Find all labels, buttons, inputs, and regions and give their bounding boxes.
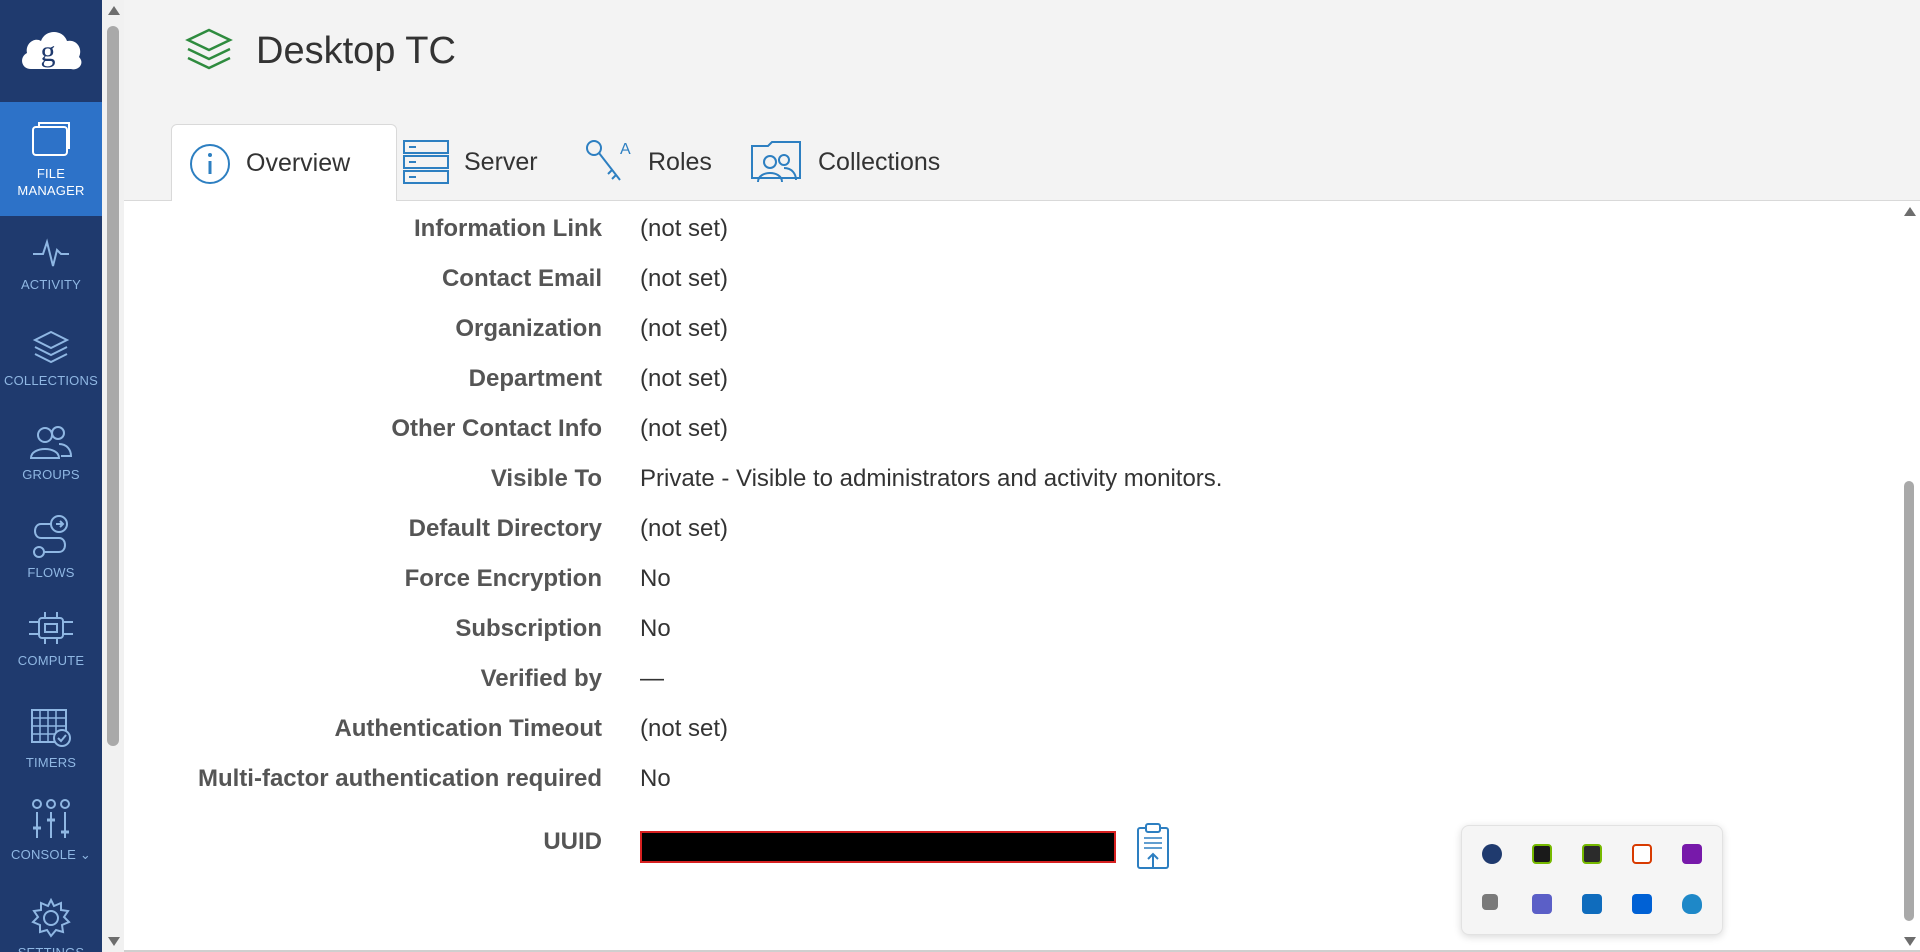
tab-collections[interactable]: Collections [750,124,940,200]
tab-label: Collections [818,147,941,176]
detail-value: No [640,765,671,792]
flows-icon [33,515,68,558]
scroll-up-arrow-icon[interactable] [1904,207,1916,216]
office-icon[interactable] [1632,844,1652,864]
info-icon [190,143,230,184]
outlook-icon[interactable] [1582,894,1602,914]
nvidia-icon[interactable] [1532,844,1552,864]
tab-server[interactable]: Server [402,124,538,200]
nvidia-broadcast-icon[interactable] [1582,844,1602,864]
system-tray-overflow [1461,825,1723,935]
detail-value: (not set) [640,215,729,242]
detail-label: Multi-factor authentication required [197,765,602,792]
detail-value: No [640,565,671,592]
sidebar-item-label: GROUPS [22,467,80,482]
page-scrollbar[interactable] [102,0,124,952]
detail-label: Default Directory [408,515,602,542]
scroll-down-arrow-icon[interactable] [108,937,120,946]
sidebar-item-label: FILE MANAGER [17,166,85,198]
sidebar-item-collections[interactable]: COLLECTIONS [0,330,102,389]
sidebar-item-timers[interactable]: TIMERS [0,706,102,771]
detail-value: (not set) [640,365,729,392]
detail-label: Contact Email [441,265,602,292]
gear-icon [31,898,71,938]
detail-value: (not set) [640,265,729,292]
detail-label: Other Contact Info [391,415,602,442]
users-icon [29,426,73,459]
detail-label: Department [468,365,602,392]
sidebar-item-label: FLOWS [27,565,75,580]
detail-label: Force Encryption [404,565,602,592]
page-header: Desktop TC Overview Server A Roles Colle… [124,0,1920,203]
sidebar-item-settings[interactable]: SETTINGS [0,898,102,952]
scrollbar-thumb[interactable] [107,26,119,746]
tab-overview[interactable]: Overview [171,124,397,203]
sidebar-item-label: COLLECTIONS [4,373,98,388]
sidebar-item-console[interactable]: CONSOLE ⌄ [0,798,102,863]
defender-icon[interactable] [1682,894,1702,914]
detail-label: Information Link [414,215,602,242]
detail-value: (not set) [640,715,729,742]
svg-text:g: g [41,35,56,68]
sidebar-item-file-manager[interactable]: FILE MANAGER [0,102,102,216]
sidebar-nav: g FILE MANAGER ACTIVITY COLLECTIONS GROU… [0,0,102,952]
detail-value: No [640,615,671,642]
sidebar-item-label: SETTINGS [18,944,85,952]
clipboard-copy-icon[interactable] [1136,822,1170,872]
layers-icon [32,330,70,364]
sliders-icon [32,799,70,838]
detail-label: Authentication Timeout [334,715,602,742]
scroll-up-arrow-icon[interactable] [108,6,120,15]
detail-label: Subscription [455,615,602,642]
activity-icon [33,238,69,267]
sidebar-item-groups[interactable]: GROUPS [0,424,102,483]
sidebar-item-compute[interactable]: COMPUTE [0,610,102,669]
detail-value: — [640,665,664,692]
tab-label: Overview [246,149,351,177]
globus-icon[interactable] [1482,844,1502,864]
globus-logo-icon: g [22,32,82,70]
sidebar-item-activity[interactable]: ACTIVITY [0,236,102,293]
tab-label: Roles [648,147,712,176]
compute-icon [29,612,73,644]
chat-icon[interactable] [1482,894,1498,910]
globus-logo[interactable]: g [0,0,102,102]
collections-icon [751,141,801,183]
box-icon[interactable] [1632,894,1652,914]
server-icon [403,140,449,184]
detail-label: Verified by [480,665,602,692]
sidebar-item-label: ACTIVITY [20,277,82,292]
sidebar-item-label: CONSOLE ⌄ [11,847,91,862]
calendar-icon [31,709,71,747]
chevron-down-icon: ⌄ [79,847,91,862]
detail-label: UUID [543,828,602,855]
detail-value: (not set) [640,315,729,342]
folder-icon [32,122,70,156]
detail-label: Visible To [490,465,602,492]
detail-value: (not set) [640,515,729,542]
collection-layers-icon [185,28,233,70]
key-icon: A [586,140,631,181]
tab-roles[interactable]: A Roles [584,124,712,200]
uuid-value-redacted [640,831,1116,863]
page-title: Desktop TC [256,30,456,72]
sidebar-item-flows[interactable]: FLOWS [0,514,102,581]
onenote-icon[interactable] [1682,844,1702,864]
detail-label: Organization [455,315,602,342]
sidebar-item-label: TIMERS [25,755,77,770]
teams-icon[interactable] [1532,894,1552,914]
content-scrollbar[interactable] [1900,201,1920,952]
detail-value: (not set) [640,415,729,442]
scrollbar-thumb[interactable] [1904,481,1914,921]
tab-label: Server [464,147,538,176]
scroll-down-arrow-icon[interactable] [1904,937,1916,946]
detail-value: Private - Visible to administrators and … [640,465,1223,492]
sidebar-item-label: COMPUTE [17,653,85,668]
svg-text:A: A [620,141,631,158]
